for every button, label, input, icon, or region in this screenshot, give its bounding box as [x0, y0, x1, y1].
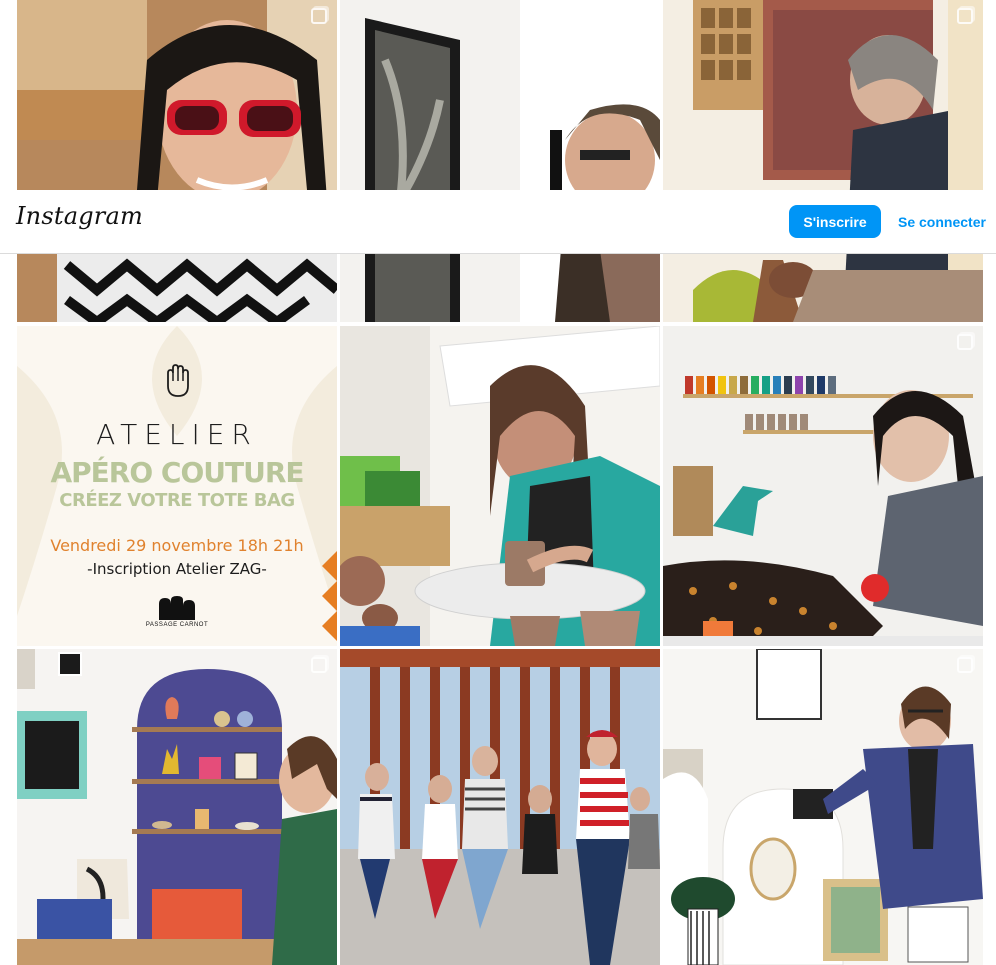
poster-tagline: CRÉEZ VOTRE TOTE BAG	[59, 490, 295, 511]
post-pottery-wheel[interactable]	[340, 326, 660, 646]
photo-gallery	[340, 0, 660, 322]
photo-display	[663, 649, 983, 965]
poster-title: ATELIER	[96, 418, 258, 451]
post-shop-shelves[interactable]	[17, 649, 337, 965]
carousel-icon	[311, 8, 327, 24]
photo-sewing	[663, 326, 983, 646]
poster-inscription: -Inscription Atelier ZAG-	[87, 560, 267, 578]
login-link[interactable]: Se connecter	[898, 214, 986, 230]
photo-workshop	[663, 0, 983, 322]
signup-button[interactable]: S'inscrire	[789, 205, 881, 238]
post-woman-at-workshop[interactable]	[663, 0, 983, 322]
passage-carnot-logo-icon	[159, 596, 195, 620]
photo-shop	[17, 649, 337, 965]
post-woman-arranging-display[interactable]	[663, 649, 983, 965]
post-street-dancers[interactable]	[340, 649, 660, 965]
hand-icon	[167, 364, 189, 397]
photo-street	[340, 649, 660, 965]
top-navigation-bar: Instagram S'inscrire Se connecter	[0, 190, 996, 254]
poster-subtitle: APÉRO COUTURE	[50, 456, 304, 489]
poster-date: Vendredi 29 novembre 18h 21h	[50, 536, 304, 555]
carousel-icon	[311, 657, 327, 673]
post-atelier-apero-couture-poster[interactable]: ATELIER APÉRO COUTURE CRÉEZ VOTRE TOTE B…	[17, 326, 337, 646]
post-selfie-sunglasses[interactable]	[17, 0, 337, 322]
carousel-icon	[957, 334, 973, 350]
carousel-icon	[957, 657, 973, 673]
photo-pottery	[340, 326, 660, 646]
photo-selfie	[17, 0, 337, 322]
post-man-looking-at-photo[interactable]	[340, 0, 660, 322]
instagram-logo[interactable]: Instagram	[16, 202, 143, 230]
post-sewing-workshop[interactable]	[663, 326, 983, 646]
carousel-icon	[634, 334, 650, 350]
carousel-icon	[634, 8, 650, 24]
carousel-icon	[957, 8, 973, 24]
poster-brand: PASSAGE CARNOT	[145, 622, 209, 628]
